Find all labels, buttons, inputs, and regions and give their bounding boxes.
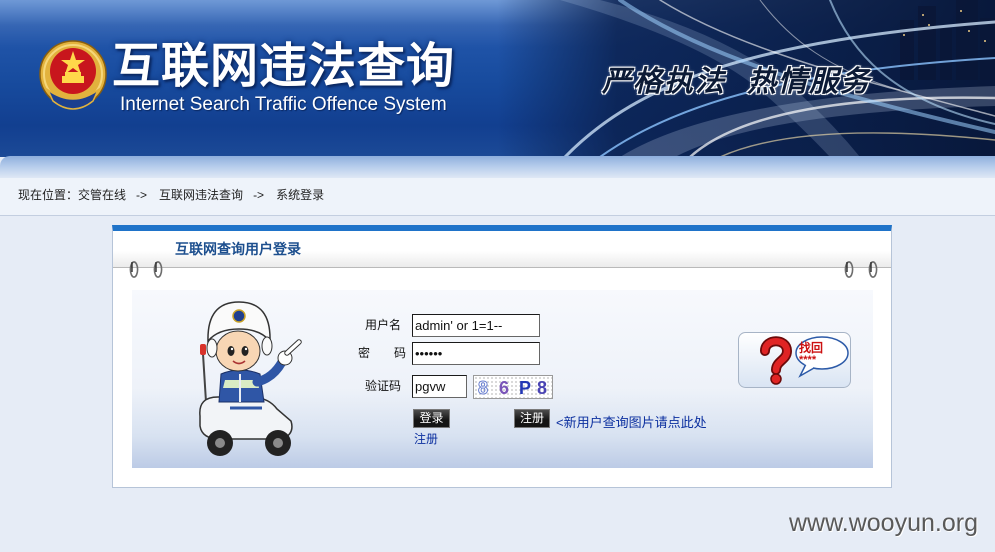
binder-ring-icon	[129, 261, 139, 278]
header-slogan: 严格执法 热情服务	[602, 64, 872, 98]
find-password-mask: ****	[799, 354, 817, 366]
site-header-banner: 互联网违法查询 Internet Search Traffic Offence …	[0, 0, 995, 157]
register-button[interactable]: 注册	[514, 409, 550, 428]
find-password-label: 找回	[799, 340, 823, 355]
site-subtitle: Internet Search Traffic Offence System	[120, 94, 447, 115]
login-panel-header: 互联网查询用户登录	[113, 231, 891, 268]
header-tab-band	[0, 156, 995, 178]
page-root: 互联网违法查询 Internet Search Traffic Offence …	[0, 0, 995, 552]
username-label: 用户名	[365, 318, 402, 332]
password-input[interactable]	[412, 342, 540, 365]
binder-ring-icon	[844, 261, 854, 278]
find-password-button[interactable]: 找回 ****	[738, 332, 851, 388]
login-button[interactable]: 登录	[413, 409, 450, 428]
password-label: 密 码	[358, 346, 407, 360]
captcha-char: 8	[477, 378, 489, 399]
breadcrumb: 现在位置：交管在线 -> 互联网违法查询 -> 系统登录	[0, 178, 995, 216]
traffic-police-mascot-illustration	[199, 301, 302, 456]
captcha-label: 验证码	[365, 379, 402, 393]
register-link[interactable]: 注册	[414, 431, 438, 447]
watermark: www.wooyun.org	[789, 509, 978, 537]
breadcrumb-item-current: 系统登录	[276, 188, 325, 202]
site-title: 互联网违法查询	[112, 40, 456, 93]
binder-ring-icon	[868, 261, 878, 278]
username-input[interactable]	[412, 314, 540, 337]
breadcrumb-item-home[interactable]: 交管在线	[78, 188, 126, 202]
new-user-guide-link[interactable]: <新用户查询图片请点此处	[556, 415, 707, 431]
captcha-char: 8	[537, 378, 548, 398]
captcha-image[interactable]: 8 6 P 8	[473, 375, 553, 399]
captcha-char: P	[519, 378, 532, 398]
login-panel-body: 用户名 密 码 验证码 8 6 P 8 登录 注册 <新用户查询图片请点此处 注…	[132, 290, 873, 468]
breadcrumb-separator: ->	[253, 188, 265, 202]
captcha-input[interactable]	[412, 375, 467, 398]
captcha-char: 6	[499, 378, 510, 398]
breadcrumb-item-query[interactable]: 互联网违法查询	[159, 188, 243, 202]
police-emblem-icon	[39, 40, 107, 110]
binder-ring-icon	[153, 261, 163, 278]
breadcrumb-label: 现在位置：	[18, 188, 79, 202]
login-panel-title: 互联网查询用户登录	[175, 241, 301, 257]
login-panel: 互联网查询用户登录 用户名 admin' or 1=1-- 密 码 验证码 pg…	[112, 225, 892, 488]
breadcrumb-separator: ->	[136, 188, 148, 202]
